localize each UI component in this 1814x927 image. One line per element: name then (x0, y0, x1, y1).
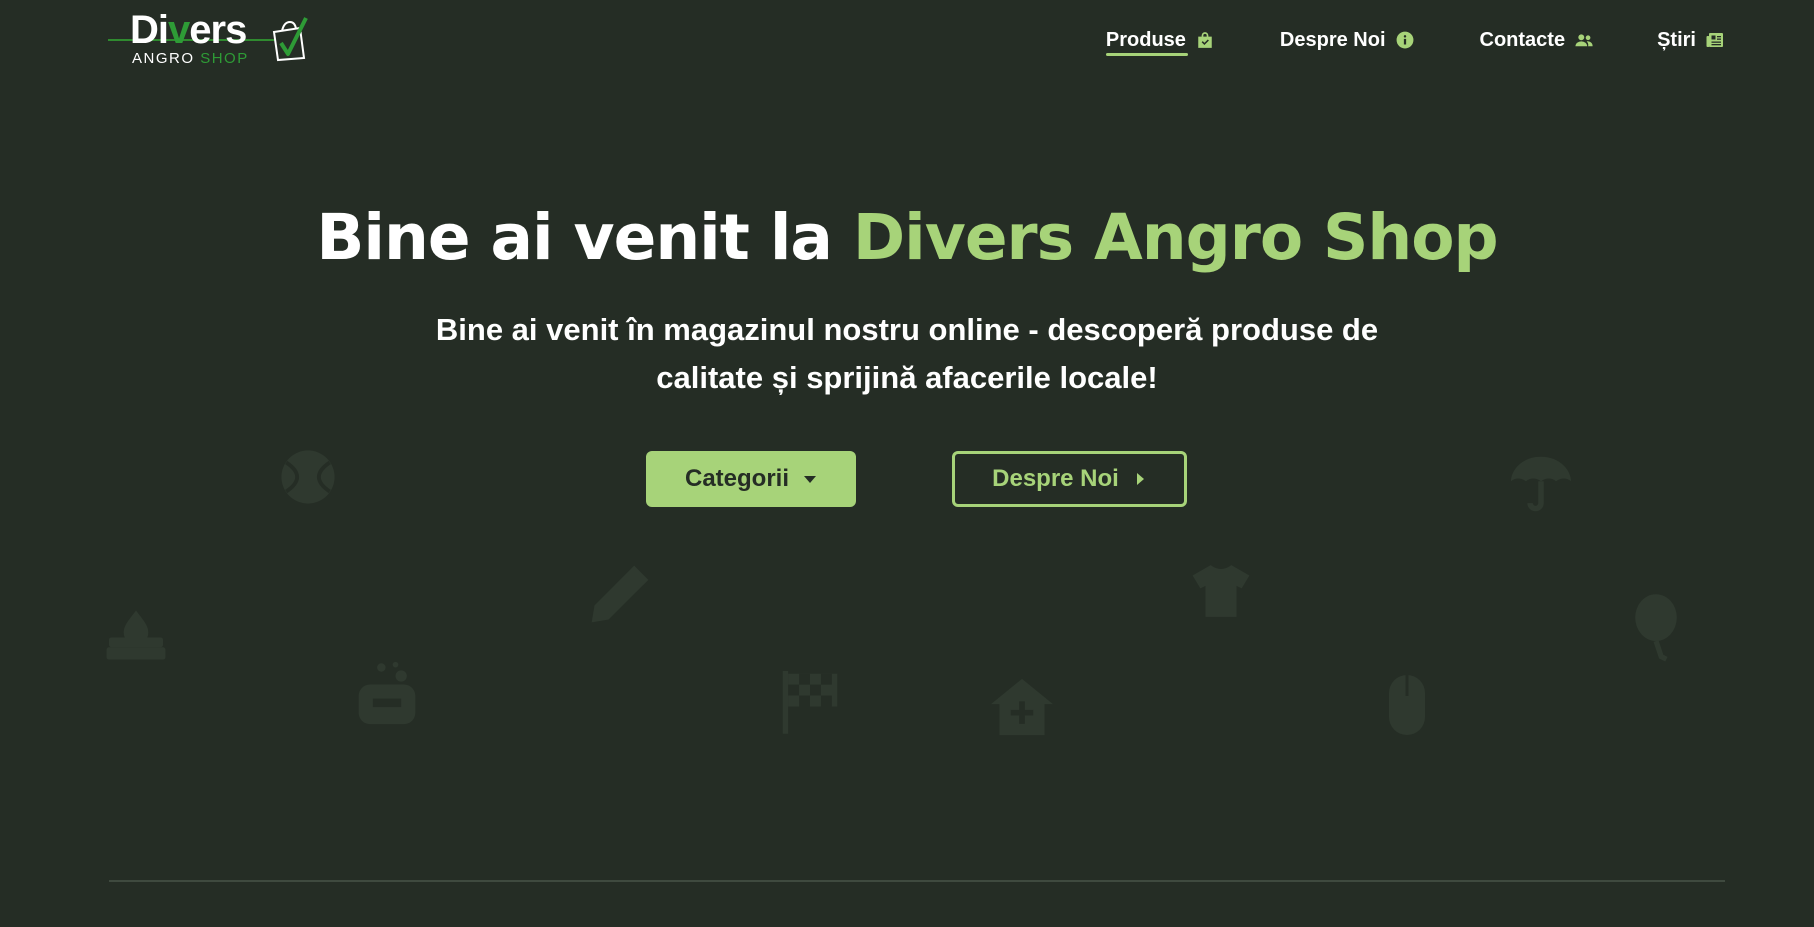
umbrella-icon (1511, 456, 1571, 512)
nav-item-label: Contacte (1479, 28, 1566, 51)
nav-item-stiri[interactable]: Știri (1657, 22, 1724, 58)
nav-item-label: Produse (1105, 28, 1186, 51)
tennis-ball-icon (281, 450, 335, 504)
caret-right-icon (1136, 473, 1144, 485)
page: Divers ANGRO SHOP Produse Despre Noi Con… (0, 0, 1814, 927)
logo-subtitle-accent: SHOP (200, 50, 249, 67)
logo[interactable]: Divers ANGRO SHOP (108, 8, 308, 70)
medical-house-icon (991, 678, 1053, 736)
caret-down-icon (804, 476, 816, 483)
section-divider (109, 880, 1725, 882)
logo-subtitle: ANGRO SHOP (132, 50, 249, 68)
site-header: Divers ANGRO SHOP Produse Despre Noi Con… (0, 0, 1814, 78)
categories-button-label: Categorii (684, 465, 789, 492)
nav-item-label: Despre Noi (1279, 28, 1386, 51)
logo-text-suffix: ers (189, 8, 247, 52)
hero-title: Bine ai venit la Divers Angro Shop (0, 196, 1814, 280)
logo-text-accent: v (168, 8, 190, 52)
shopping-bag-icon (1198, 32, 1212, 48)
logo-bag-check-icon (272, 17, 308, 62)
logo-subtitle-prefix: ANGRO (132, 50, 195, 67)
pencil-icon (591, 565, 649, 623)
nav-item-contacte[interactable]: Contacte (1480, 22, 1594, 58)
checkered-flag-icon (782, 671, 838, 734)
logo-divers-text: Divers (130, 8, 247, 52)
nav-item-despre-noi[interactable]: Despre Noi (1280, 22, 1414, 58)
balloon-icon (1635, 594, 1677, 662)
soap-icon (358, 661, 416, 725)
users-icon (1575, 34, 1593, 47)
about-us-button[interactable]: Despre Noi (952, 451, 1187, 507)
nav-item-label: Știri (1657, 28, 1696, 51)
main-nav: Produse Despre Noi Contacte Știri (1105, 22, 1724, 58)
newspaper-icon (1706, 33, 1723, 47)
tshirt-icon (1192, 565, 1250, 617)
about-us-button-label: Despre Noi (992, 465, 1119, 492)
nav-item-produse[interactable]: Produse (1105, 22, 1214, 58)
hero-title-prefix: Bine ai venit la (316, 201, 853, 274)
active-nav-underline (1105, 53, 1188, 56)
logo-text-prefix: Di (130, 8, 169, 52)
info-circle-icon (1396, 31, 1413, 49)
hero-subtitle: Bine ai venit în magazinul nostru online… (435, 312, 1379, 395)
stove-icon (106, 610, 166, 660)
mouse-icon (1389, 675, 1425, 735)
categories-button[interactable]: Categorii (646, 451, 856, 507)
hero-title-accent: Divers Angro Shop (852, 201, 1499, 274)
